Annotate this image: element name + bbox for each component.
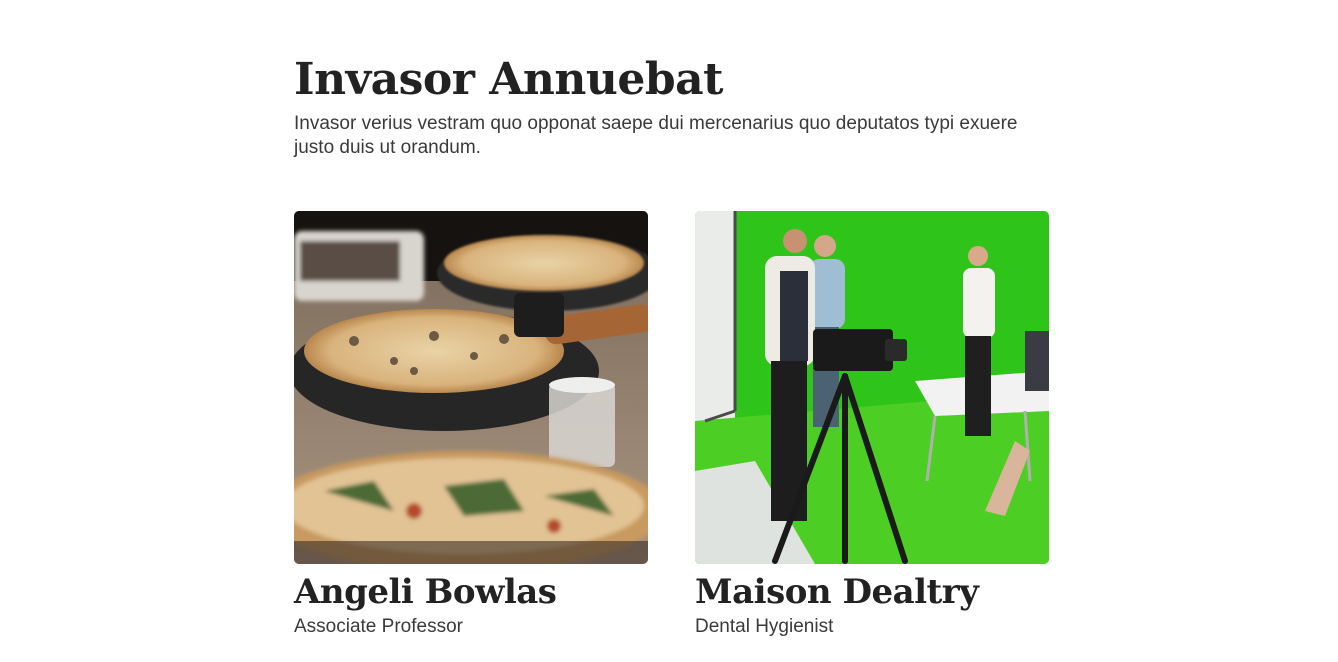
member-name: Maison Dealtry	[695, 572, 979, 612]
team-card: Angeli Bowlas Associate Professor	[294, 211, 648, 638]
member-role: Associate Professor	[294, 616, 463, 637]
section-title: Invasor Annuebat	[294, 54, 723, 105]
green-screen-studio-photo	[695, 211, 1049, 564]
pizza-table-photo	[294, 211, 648, 564]
section-header: Invasor Annuebat Invasor verius vestram …	[294, 52, 1054, 160]
member-role: Dental Hygienist	[695, 616, 834, 637]
team-card: Maison Dealtry Dental Hygienist	[695, 211, 1049, 638]
section-description: Invasor verius vestram quo opponat saepe…	[294, 113, 1018, 158]
team-grid: Angeli Bowlas Associate Professor Maison…	[294, 211, 1049, 638]
member-name: Angeli Bowlas	[294, 572, 557, 612]
